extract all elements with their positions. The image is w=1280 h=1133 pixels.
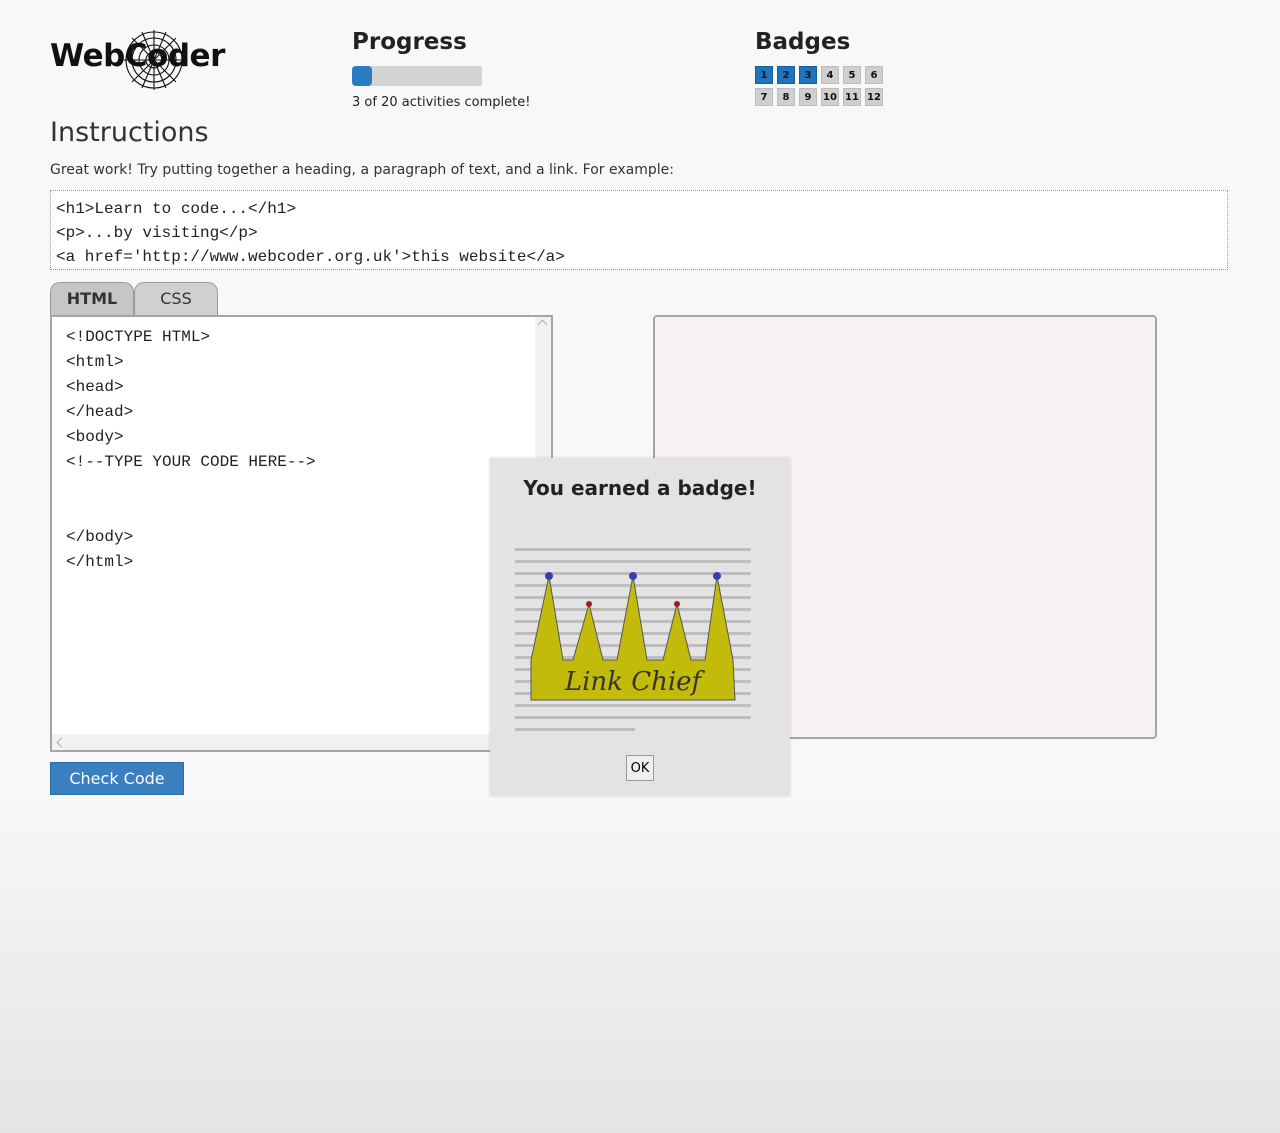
spider-web-icon (124, 30, 184, 90)
badges-title: Badges (755, 29, 851, 55)
progress-bar-fill (352, 66, 372, 86)
badge-5[interactable]: 5 (843, 66, 861, 84)
dialog-title: You earned a badge! (523, 476, 757, 500)
scroll-up-arrow-icon[interactable] (537, 319, 548, 330)
badge-earned-dialog: You earned a badge! Link Chief OK (490, 458, 790, 796)
editor-horizontal-scrollbar[interactable] (52, 734, 537, 750)
badge-12[interactable]: 12 (865, 88, 883, 106)
webcoder-logo: WebCoder (50, 28, 225, 92)
badge-7[interactable]: 7 (755, 88, 773, 106)
progress-title: Progress (352, 29, 467, 55)
check-code-button[interactable]: Check Code (50, 762, 184, 795)
badge-8[interactable]: 8 (777, 88, 795, 106)
tab-css[interactable]: CSS (134, 282, 218, 316)
tab-html[interactable]: HTML (50, 282, 134, 316)
editor-code-text[interactable]: <!DOCTYPE HTML> <html> <head> </head> <b… (66, 325, 316, 575)
instructions-text: Great work! Try putting together a headi… (50, 162, 674, 178)
scroll-left-arrow-icon[interactable] (56, 737, 67, 748)
progress-status-text: 3 of 20 activities complete! (352, 95, 531, 110)
instructions-title: Instructions (50, 117, 209, 148)
badge-4[interactable]: 4 (821, 66, 839, 84)
badge-name-text: Link Chief (564, 667, 706, 697)
example-code-block: <h1>Learn to code...</h1> <p>...by visit… (50, 190, 1228, 270)
ok-button[interactable]: OK (626, 755, 654, 781)
badge-11[interactable]: 11 (843, 88, 861, 106)
html-code-editor[interactable]: <!DOCTYPE HTML> <html> <head> </head> <b… (50, 315, 553, 752)
badge-1[interactable]: 1 (755, 66, 773, 84)
badge-10[interactable]: 10 (821, 88, 839, 106)
badge-9[interactable]: 9 (799, 88, 817, 106)
badge-6[interactable]: 6 (865, 66, 883, 84)
link-chief-badge-image: Link Chief (515, 548, 751, 731)
progress-bar (352, 66, 482, 86)
badge-3[interactable]: 3 (799, 66, 817, 84)
badge-2[interactable]: 2 (777, 66, 795, 84)
badges-grid: 1 2 3 4 5 6 7 8 9 10 11 12 (755, 66, 895, 110)
